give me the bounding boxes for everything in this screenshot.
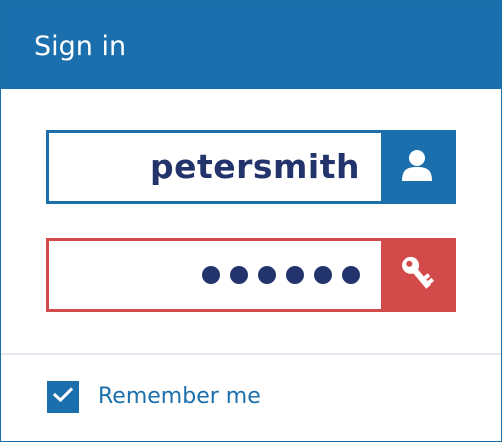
password-dot [314, 266, 332, 284]
password-dot [230, 266, 248, 284]
checkmark-icon [52, 387, 74, 407]
dialog-title: Sign in [34, 31, 127, 62]
password-dot [342, 266, 360, 284]
username-value[interactable]: petersmith [150, 133, 360, 201]
password-dot [202, 266, 220, 284]
password-dot [286, 266, 304, 284]
username-field[interactable]: petersmith [46, 130, 456, 204]
user-icon [399, 147, 435, 187]
key-icon [399, 253, 435, 297]
sign-in-dialog: Sign in petersmith Remember me [0, 0, 502, 442]
username-icon-box [381, 133, 453, 201]
divider [1, 353, 501, 355]
password-mask[interactable] [202, 241, 360, 309]
remember-checkbox[interactable] [47, 381, 79, 413]
remember-label[interactable]: Remember me [98, 381, 261, 413]
password-icon-box [381, 241, 453, 309]
password-field[interactable] [46, 238, 456, 312]
remember-me[interactable]: Remember me [47, 381, 261, 413]
password-dot [258, 266, 276, 284]
dialog-header: Sign in [1, 1, 501, 89]
